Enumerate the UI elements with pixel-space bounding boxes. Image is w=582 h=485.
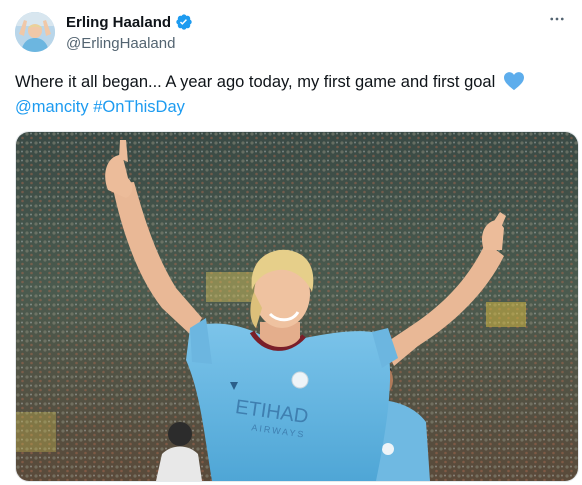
hashtag-link[interactable]: #OnThisDay	[93, 98, 185, 116]
more-horizontal-icon	[550, 17, 564, 21]
photo-player-celebrating: ETIHAD AIRWAYS	[16, 132, 578, 481]
avatar[interactable]	[15, 12, 55, 52]
tweet-photo[interactable]: ETIHAD AIRWAYS	[15, 131, 579, 482]
more-options-button[interactable]	[544, 8, 570, 30]
author-name-row: Erling Haaland	[66, 12, 193, 32]
tweet-text-line-2: @mancity #OnThisDay	[15, 95, 570, 120]
tweet-text-line-1: Where it all began... A year ago today, …	[15, 70, 570, 95]
tweet-text: Where it all began... A year ago today, …	[15, 70, 570, 120]
tweet-body: Where it all began... A year ago today, …	[15, 73, 496, 91]
author-handle[interactable]: @ErlingHaaland	[66, 34, 193, 53]
verified-badge-icon[interactable]	[175, 13, 193, 31]
author-block: Erling Haaland @ErlingHaaland	[66, 12, 193, 53]
blue-heart-icon	[503, 72, 524, 91]
author-display-name[interactable]: Erling Haaland	[66, 13, 171, 32]
mention-link[interactable]: @mancity	[15, 98, 89, 116]
tweet-card: Erling Haaland @ErlingHaaland Where it a…	[0, 0, 582, 485]
avatar-image	[15, 12, 55, 52]
